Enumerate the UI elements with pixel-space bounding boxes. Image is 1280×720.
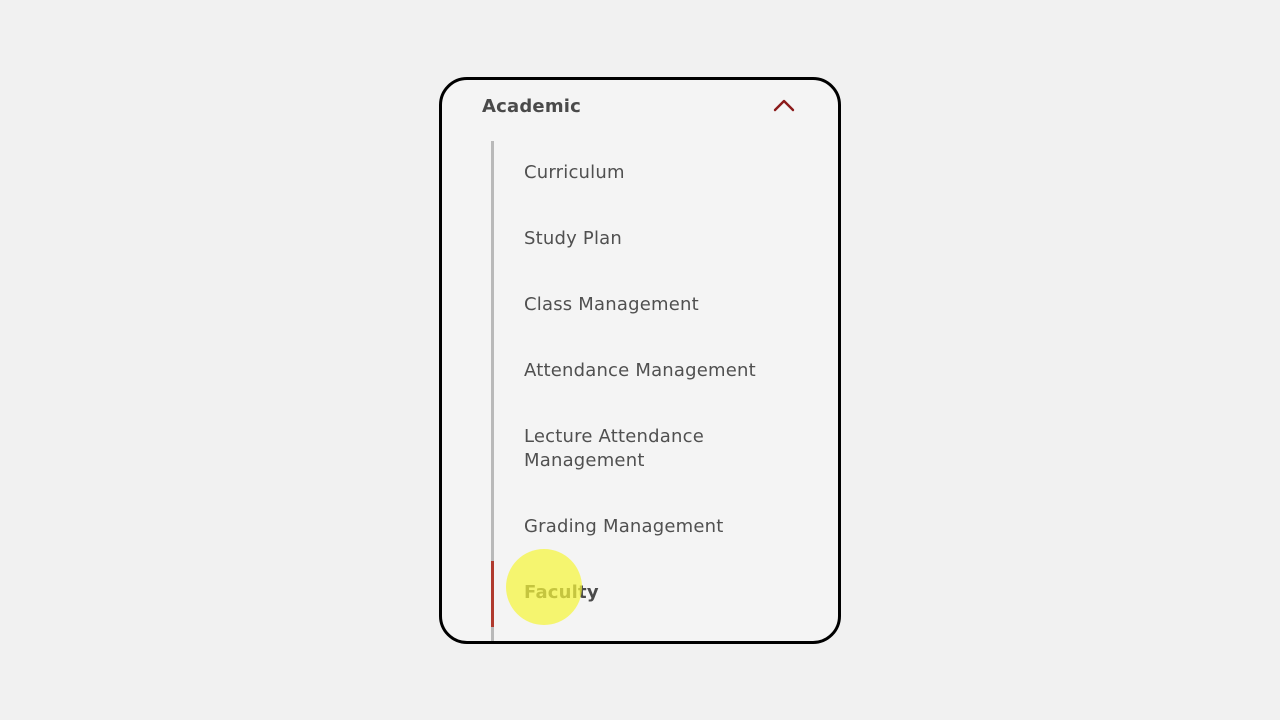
nav-item-grading-management[interactable]: Grading Management — [494, 495, 814, 561]
chevron-up-icon[interactable] — [772, 96, 796, 116]
nav-item-label: Faculty — [524, 582, 599, 603]
nav-item-class-management[interactable]: Class Management — [494, 273, 814, 339]
academic-submenu: Curriculum Study Plan Class Management A… — [491, 141, 824, 641]
nav-item-lecture-attendance-management[interactable]: Lecture Attendance Management — [494, 405, 814, 495]
nav-item-label: Class Management — [524, 294, 699, 315]
nav-item-curriculum[interactable]: Curriculum — [494, 141, 814, 207]
nav-item-label: Grading Management — [524, 516, 724, 537]
nav-item-label: Study Plan — [524, 228, 622, 249]
nav-item-label: Attendance Management — [524, 360, 756, 381]
active-indicator — [491, 561, 494, 627]
academic-menu-panel: Academic Curriculum Study Plan Class Man… — [439, 77, 841, 644]
nav-item-attendance-management[interactable]: Attendance Management — [494, 339, 814, 405]
nav-item-label-line1: Lecture Attendance — [524, 426, 704, 447]
nav-item-label: Curriculum — [524, 162, 625, 183]
nav-item-study-plan[interactable]: Study Plan — [494, 207, 814, 273]
nav-item-faculty[interactable]: Faculty — [491, 561, 814, 627]
nav-item-label-line2: Management — [524, 450, 645, 471]
academic-section-header[interactable]: Academic — [442, 80, 838, 136]
section-title: Academic — [482, 96, 582, 117]
